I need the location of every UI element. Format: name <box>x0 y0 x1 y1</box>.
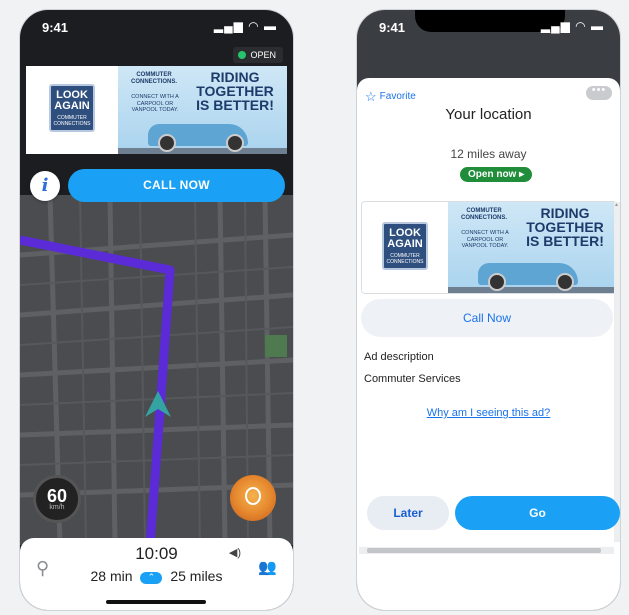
park-area <box>265 335 287 357</box>
why-am-i-seeing-this-ad-link[interactable]: Why am I seeing this ad? <box>357 407 620 419</box>
open-status-chip: OPEN <box>233 47 283 63</box>
wheel-icon <box>556 273 574 291</box>
route-toggle-icon[interactable]: ⌃ <box>140 572 163 584</box>
status-time: 9:41 <box>42 20 69 35</box>
status-icons: ▂▄▆ ◠ ▬ <box>540 19 604 33</box>
horizontal-scrollbar[interactable] <box>359 547 614 554</box>
status-time: 9:41 <box>379 20 406 35</box>
location-title: Your location <box>445 106 532 123</box>
trip-distance: 25 miles <box>170 568 223 584</box>
ad-logo-area: LOOK AGAIN COMMUTER CONNECTIONS <box>26 66 118 154</box>
open-now-badge: Open now ▸ <box>460 167 533 182</box>
speed-unit: km/h <box>49 504 65 511</box>
ad-logo-area: LOOK AGAIN COMMUTER CONNECTIONS <box>362 202 448 293</box>
ad-detail-sheet: ☆ Favorite ••• Your location 12 miles aw… <box>357 78 620 610</box>
more-options-icon[interactable]: ••• <box>586 85 612 100</box>
call-now-button[interactable]: CALL NOW <box>68 169 285 202</box>
ad-artwork: COMMUTER CONNECTIONS. CONNECT WITH A CAR… <box>118 66 287 154</box>
ad-description: Ad description <box>364 351 434 363</box>
logo-line2: AGAIN <box>387 238 423 250</box>
open-dot-icon <box>238 51 247 59</box>
ad-banner[interactable]: LOOK AGAIN COMMUTER CONNECTIONS COMMUTER… <box>361 201 617 294</box>
ad-artwork: COMMUTER CONNECTIONS. CONNECT WITH A CAR… <box>448 202 616 293</box>
ad-brand: COMMUTER CONNECTIONS. <box>130 72 177 85</box>
ad-brand: COMMUTER CONNECTIONS. <box>460 208 507 221</box>
status-bar: 9:41 ▂▄▆ ◠ ▬ <box>20 10 293 44</box>
navigation-phone: 9:41 ▂▄▆ ◠ ▬ OPEN LOOK AGAIN COMMUTER CO… <box>20 10 293 610</box>
ad-brand-tagline: CONNECT WITH A CARPOOL OR VANPOOL TODAY. <box>461 230 509 249</box>
arrival-time: 10:09 <box>135 544 178 563</box>
ad-road <box>118 148 287 154</box>
open-label: OPEN <box>250 50 276 60</box>
ad-road <box>448 287 616 293</box>
speedometer: 60 km/h <box>33 475 81 523</box>
ad-brand-tagline: CONNECT WITH A CARPOOL OR VANPOOL TODAY. <box>131 94 179 113</box>
ad-detail-phone: 9:41 ▂▄▆ ◠ ▬ ☆ Favorite ••• Your locatio… <box>357 10 620 610</box>
look-again-logo: LOOK AGAIN COMMUTER CONNECTIONS <box>382 222 428 270</box>
home-indicator[interactable] <box>106 600 206 604</box>
logo-line2: AGAIN <box>54 100 90 112</box>
status-bar: 9:41 ▂▄▆ ◠ ▬ <box>357 10 620 44</box>
go-button[interactable]: Go <box>455 496 620 530</box>
wheel-icon <box>158 134 176 152</box>
trip-summary[interactable]: 28 min ⌃ 25 miles <box>20 568 293 584</box>
logo-sub: COMMUTER CONNECTIONS <box>53 115 91 127</box>
info-button[interactable]: i <box>30 171 60 201</box>
speed-value: 60 <box>46 486 68 506</box>
later-button[interactable]: Later <box>367 496 449 530</box>
logo-sub: COMMUTER CONNECTIONS <box>386 253 424 265</box>
distance-text: 12 miles away <box>450 147 527 161</box>
wheel-icon <box>226 134 244 152</box>
ad-headline: RIDING TOGETHER IS BETTER! <box>526 205 604 249</box>
trip-duration: 28 min <box>90 568 133 584</box>
favorite-button[interactable]: ☆ Favorite <box>365 90 416 103</box>
wheel-icon <box>488 273 506 291</box>
vertical-scrollbar[interactable] <box>614 202 620 542</box>
favorite-label: Favorite <box>379 91 416 102</box>
sound-icon[interactable]: ◀) <box>229 546 241 559</box>
status-icons: ▂▄▆ ◠ ▬ <box>213 19 277 33</box>
advertiser-name: Commuter Services <box>364 373 461 385</box>
ad-headline: RIDING TOGETHER IS BETTER! <box>196 69 274 113</box>
scrollbar-thumb[interactable] <box>367 548 601 553</box>
call-now-button[interactable]: Call Now <box>361 299 613 337</box>
people-icon[interactable]: 👥 <box>258 558 277 576</box>
look-again-logo: LOOK AGAIN COMMUTER CONNECTIONS <box>49 84 95 132</box>
ad-banner[interactable]: LOOK AGAIN COMMUTER CONNECTIONS COMMUTER… <box>26 66 287 154</box>
star-icon: ☆ <box>365 89 377 104</box>
report-orb-button[interactable] <box>230 475 276 521</box>
